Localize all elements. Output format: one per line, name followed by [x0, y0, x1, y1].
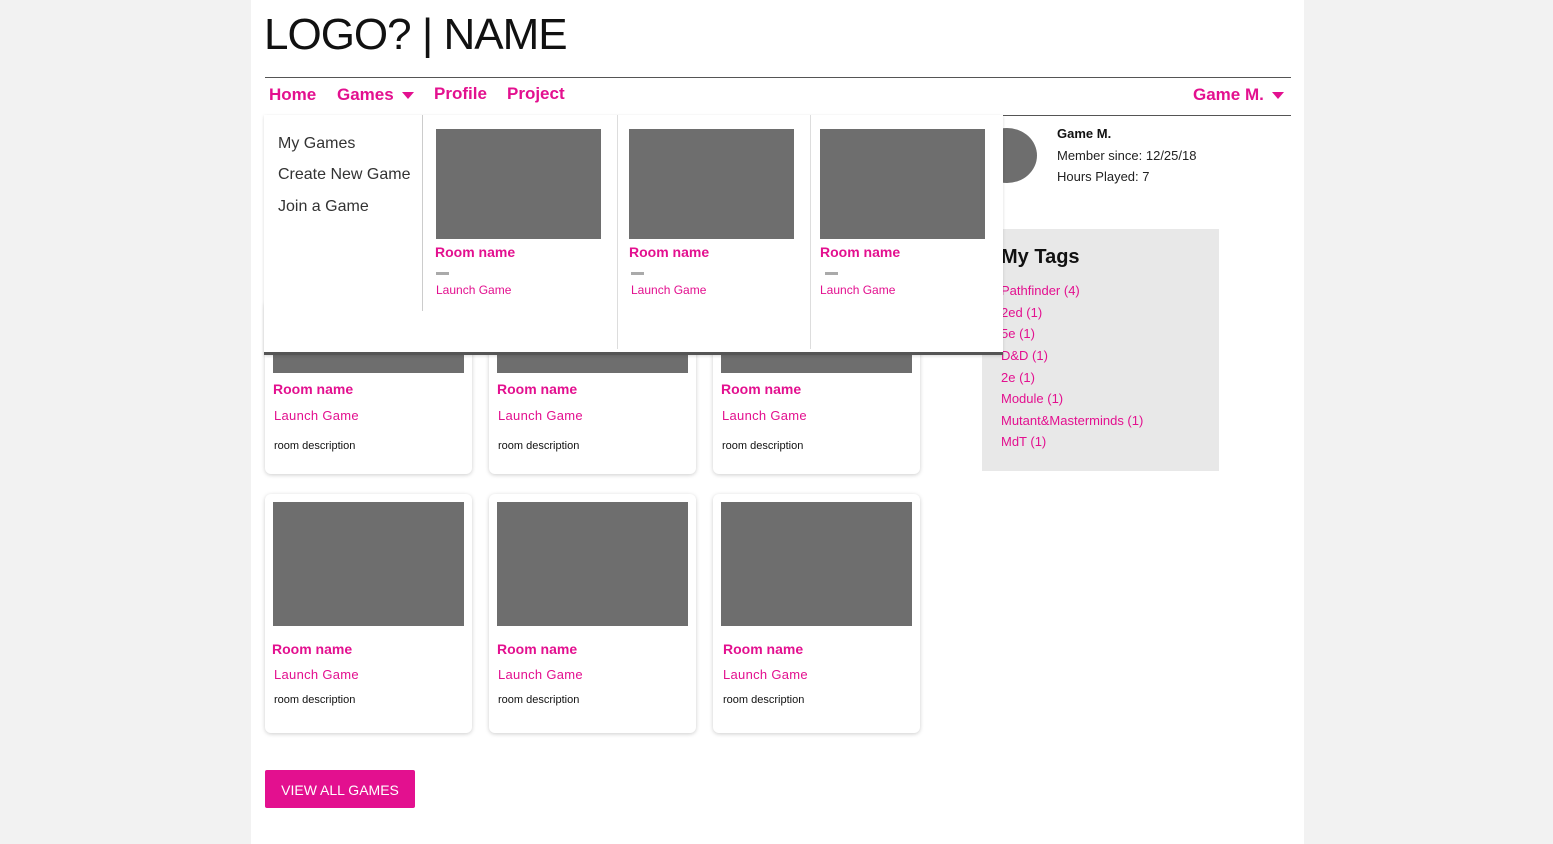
divider — [631, 272, 644, 275]
tag-link[interactable]: 2ed (1) — [1001, 305, 1042, 320]
tag-link[interactable]: D&D (1) — [1001, 348, 1048, 363]
room-name: Room name — [273, 381, 354, 397]
game-card[interactable]: Room name Launch Game room description — [489, 494, 696, 733]
launch-game-link[interactable]: Launch Game — [274, 667, 359, 682]
view-all-games-button[interactable]: VIEW ALL GAMES — [265, 770, 415, 808]
member-since: Member since: 12/25/18 — [1057, 148, 1197, 163]
room-name: Room name — [497, 641, 578, 657]
launch-game-link[interactable]: Launch Game — [274, 408, 359, 423]
menu-item-my-games[interactable]: My Games — [278, 135, 355, 153]
divider — [436, 272, 449, 275]
user-menu[interactable]: Game M. — [1193, 85, 1284, 105]
my-tags-title: My Tags — [1001, 246, 1080, 268]
games-submenu: My Games Create New Game Join a Game — [264, 115, 423, 311]
room-description: room description — [498, 694, 580, 706]
dropdown-room[interactable]: Room name Launch Game — [423, 115, 617, 349]
room-name: Room name — [435, 244, 516, 260]
room-description: room description — [274, 440, 356, 452]
launch-game-link[interactable]: Launch Game — [498, 408, 583, 423]
dropdown-room[interactable]: Room name Launch Game — [810, 115, 1004, 349]
room-name: Room name — [272, 641, 353, 657]
my-tags-panel: My Tags Pathfinder (4) 2ed (1) 5e (1) D&… — [982, 229, 1219, 471]
dropdown-room[interactable]: Room name Launch Game — [617, 115, 811, 349]
nav-profile[interactable]: Profile — [434, 84, 487, 104]
launch-game-link[interactable]: Launch Game — [723, 667, 808, 682]
room-name: Room name — [723, 641, 804, 657]
room-thumbnail — [629, 129, 794, 239]
nav-games[interactable]: Games — [337, 85, 414, 105]
room-name: Room name — [497, 381, 578, 397]
room-name: Room name — [721, 381, 802, 397]
launch-game-link[interactable]: Launch Game — [820, 283, 895, 297]
nav-bar: Home Games Profile Project Game M. — [265, 77, 1291, 116]
tag-link[interactable]: Module (1) — [1001, 391, 1063, 406]
game-card[interactable]: Room name Launch Game room description — [265, 494, 472, 733]
room-description: room description — [723, 694, 805, 706]
game-card[interactable]: Room name Launch Game room description — [713, 494, 920, 733]
room-thumbnail — [436, 129, 601, 239]
tag-link[interactable]: Pathfinder (4) — [1001, 283, 1080, 298]
chevron-down-icon — [401, 92, 414, 100]
tag-link[interactable]: 5e (1) — [1001, 326, 1035, 341]
games-dropdown: My Games Create New Game Join a Game Roo… — [264, 115, 1003, 355]
menu-item-create-new-game[interactable]: Create New Game — [278, 166, 411, 184]
room-thumbnail — [273, 502, 464, 626]
user-menu-label: Game M. — [1193, 85, 1264, 104]
room-thumbnail — [497, 502, 688, 626]
divider — [825, 272, 838, 275]
logo: LOGO? | NAME — [264, 10, 568, 59]
launch-game-link[interactable]: Launch Game — [631, 283, 706, 297]
room-description: room description — [722, 440, 804, 452]
nav-home[interactable]: Home — [269, 85, 316, 105]
launch-game-link[interactable]: Launch Game — [722, 408, 807, 423]
room-name: Room name — [629, 244, 710, 260]
profile-name: Game M. — [1057, 126, 1112, 141]
room-description: room description — [498, 440, 580, 452]
tag-link[interactable]: Mutant&Masterminds (1) — [1001, 413, 1143, 428]
page: LOGO? | NAME Home Games Profile Project … — [251, 0, 1304, 844]
hours-played: Hours Played: 7 — [1057, 169, 1150, 184]
menu-item-join-a-game[interactable]: Join a Game — [278, 198, 369, 216]
room-name: Room name — [820, 244, 901, 260]
room-thumbnail — [721, 502, 912, 626]
chevron-down-icon — [1271, 92, 1284, 100]
nav-games-label: Games — [337, 85, 394, 104]
launch-game-link[interactable]: Launch Game — [436, 283, 511, 297]
room-thumbnail — [820, 129, 985, 239]
room-description: room description — [274, 694, 356, 706]
tag-link[interactable]: 2e (1) — [1001, 370, 1035, 385]
nav-project[interactable]: Project — [507, 84, 565, 104]
launch-game-link[interactable]: Launch Game — [498, 667, 583, 682]
tag-link[interactable]: MdT (1) — [1001, 434, 1046, 449]
